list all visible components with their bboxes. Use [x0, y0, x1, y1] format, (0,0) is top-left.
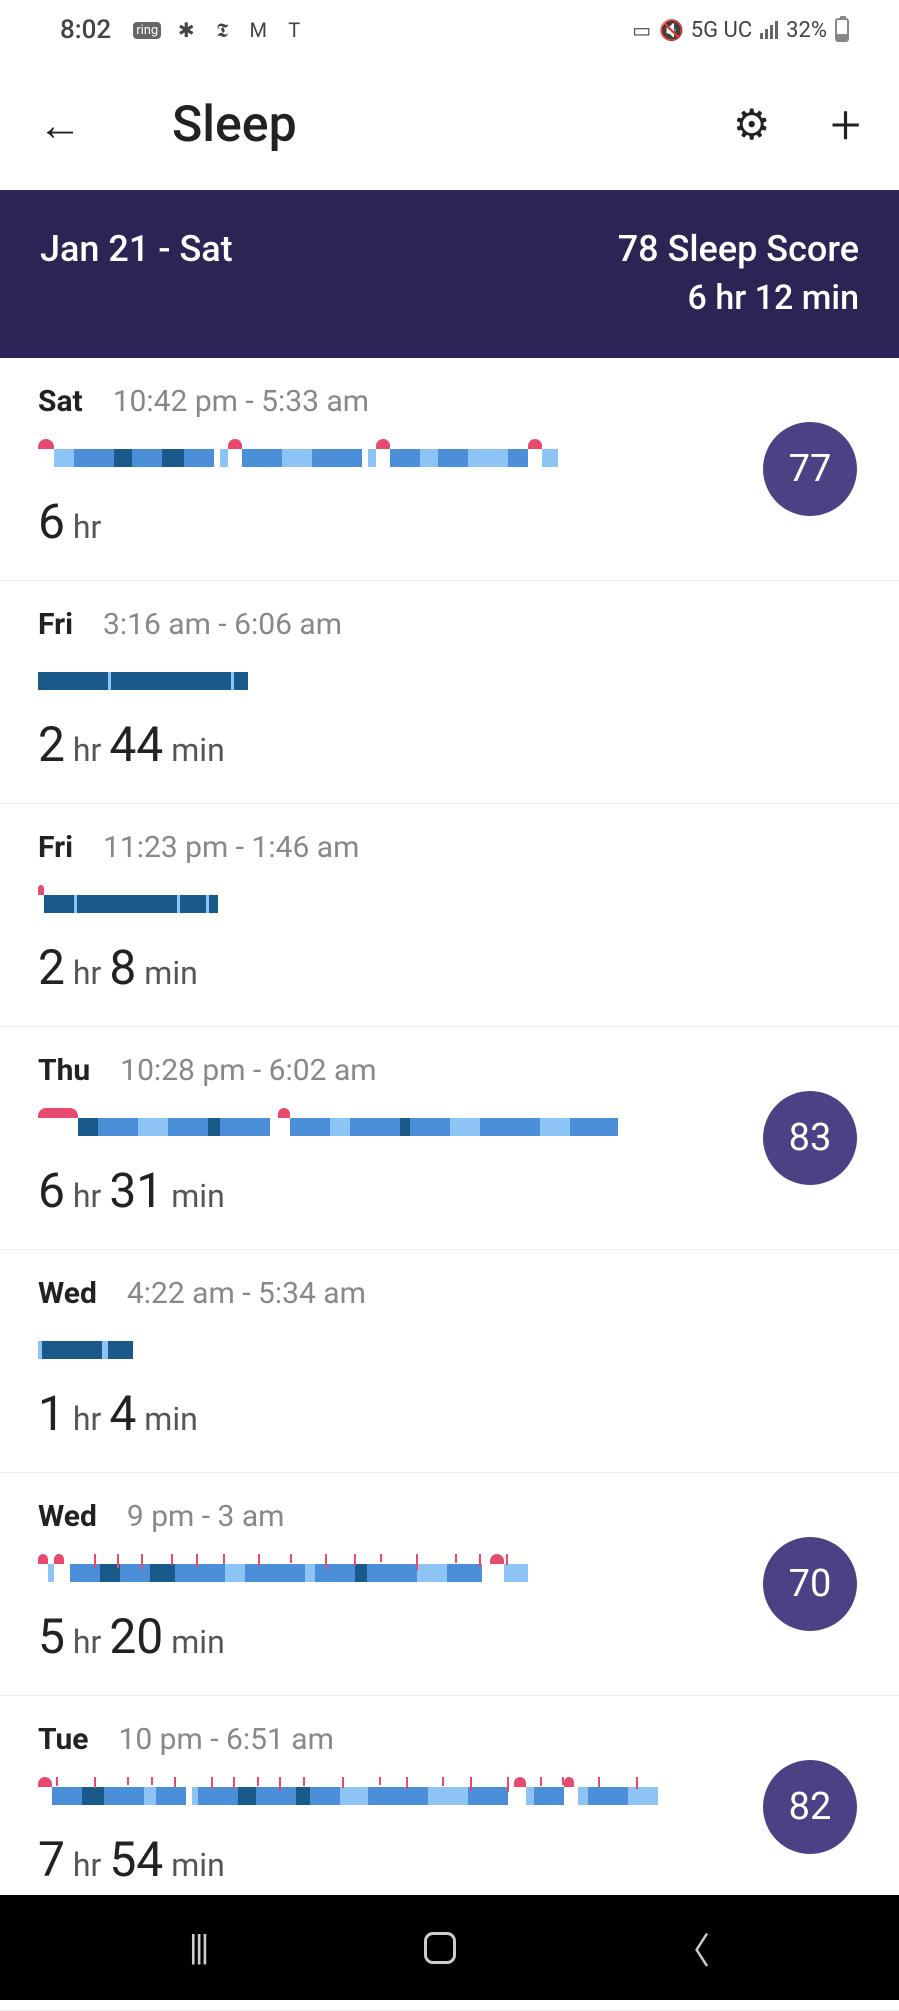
entry-duration: 6 hr — [38, 493, 861, 550]
sleep-stages-bar — [38, 1118, 618, 1136]
card-icon: ▭ — [631, 19, 653, 41]
back-button[interactable]: ← — [38, 99, 82, 151]
entry-time-range: 11:23 pm - 1:46 am — [103, 830, 359, 865]
sleep-stages-bar — [38, 672, 248, 690]
sleep-score-badge: 77 — [763, 422, 857, 516]
sleep-entries-list: Sat 10:42 pm - 5:33 am 6 hr77 Fri 3:16 am - … — [0, 358, 899, 2011]
status-right: ▭ 🔇 5G UC 32% — [631, 18, 849, 43]
page-title: Sleep — [172, 96, 733, 154]
entry-duration: 5 hr 20 min — [38, 1608, 861, 1665]
sleep-summary-banner[interactable]: Jan 21 - Sat 78 Sleep Score 6 hr 12 min — [0, 190, 899, 358]
entry-day: Fri — [38, 830, 73, 865]
entry-duration: 2 hr 44 min — [38, 716, 861, 773]
battery-percent: 32% — [786, 18, 827, 43]
entry-day: Wed — [38, 1276, 97, 1311]
entry-day: Tue — [38, 1722, 89, 1757]
entry-duration: 1 hr 4 min — [38, 1385, 861, 1442]
settings-button[interactable]: ⚙ — [733, 100, 771, 150]
status-left: 8:02 ring ✱ 𝕿 M T — [60, 15, 305, 45]
mute-icon: 🔇 — [661, 19, 683, 41]
sleep-entry[interactable]: Fri 3:16 am - 6:06 am 2 hr 44 min — [0, 581, 899, 804]
sleep-entry[interactable]: Wed 4:22 am - 5:34 am 1 hr 4 min — [0, 1250, 899, 1473]
entry-time-range: 4:22 am - 5:34 am — [127, 1276, 366, 1311]
nav-back-button[interactable]: 〈 — [674, 1922, 710, 1974]
sleep-stages-bar — [38, 1341, 133, 1359]
sleep-stages-bar — [38, 449, 558, 467]
sleep-score-badge: 70 — [763, 1537, 857, 1631]
ring-app-icon: ring — [133, 22, 161, 39]
summary-score: 78 Sleep Score — [618, 228, 859, 270]
entry-time-range: 3:16 am - 6:06 am — [103, 607, 342, 642]
sleep-entry[interactable]: Sat 10:42 pm - 5:33 am 6 hr77 — [0, 358, 899, 581]
entry-time-range: 10:28 pm - 6:02 am — [120, 1053, 376, 1088]
entry-time-range: 9 pm - 3 am — [127, 1499, 285, 1534]
nav-home-button[interactable] — [424, 1932, 456, 1964]
sleep-score-badge: 83 — [763, 1091, 857, 1185]
entry-day: Wed — [38, 1499, 97, 1534]
sleep-stages-bar — [38, 1564, 528, 1582]
gmail-app-icon: M — [247, 19, 269, 41]
sleep-score-badge: 82 — [763, 1760, 857, 1854]
summary-date: Jan 21 - Sat — [40, 228, 233, 270]
sleep-entry[interactable]: Tue 10 pm - 6:51 am 7 hr 54 min82 — [0, 1696, 899, 1919]
app-header: ← Sleep ⚙ + — [0, 60, 899, 190]
entry-day: Sat — [38, 384, 83, 419]
tesla-app-icon: T — [283, 19, 305, 41]
nyt-app-icon: 𝕿 — [211, 19, 233, 41]
entry-time-range: 10 pm - 6:51 am — [119, 1722, 334, 1757]
sleep-entry[interactable]: Thu 10:28 pm - 6:02 am 6 hr 31 min83 — [0, 1027, 899, 1250]
system-nav-bar: ||| 〈 — [0, 1895, 899, 2000]
nav-recent-button[interactable]: ||| — [189, 1927, 206, 1969]
sleep-entry[interactable]: Wed 9 pm - 3 am 5 hr 20 min70 — [0, 1473, 899, 1696]
status-time: 8:02 — [60, 15, 111, 45]
add-button[interactable]: + — [830, 94, 861, 157]
sleep-entry[interactable]: Fri 11:23 pm - 1:46 am 2 hr 8 min — [0, 804, 899, 1027]
sleep-stages-bar — [38, 1787, 658, 1805]
bluetooth-icon: ✱ — [175, 19, 197, 41]
entry-duration: 2 hr 8 min — [38, 939, 861, 996]
entry-day: Thu — [38, 1053, 90, 1088]
battery-icon — [835, 18, 849, 42]
network-label: 5G UC — [691, 18, 752, 43]
entry-time-range: 10:42 pm - 5:33 am — [113, 384, 369, 419]
entry-duration: 6 hr 31 min — [38, 1162, 861, 1219]
entry-duration: 7 hr 54 min — [38, 1831, 861, 1888]
entry-day: Fri — [38, 607, 73, 642]
status-bar: 8:02 ring ✱ 𝕿 M T ▭ 🔇 5G UC 32% — [0, 0, 899, 60]
signal-icon — [760, 21, 778, 39]
summary-duration: 6 hr 12 min — [618, 278, 859, 318]
sleep-stages-bar — [38, 895, 218, 913]
